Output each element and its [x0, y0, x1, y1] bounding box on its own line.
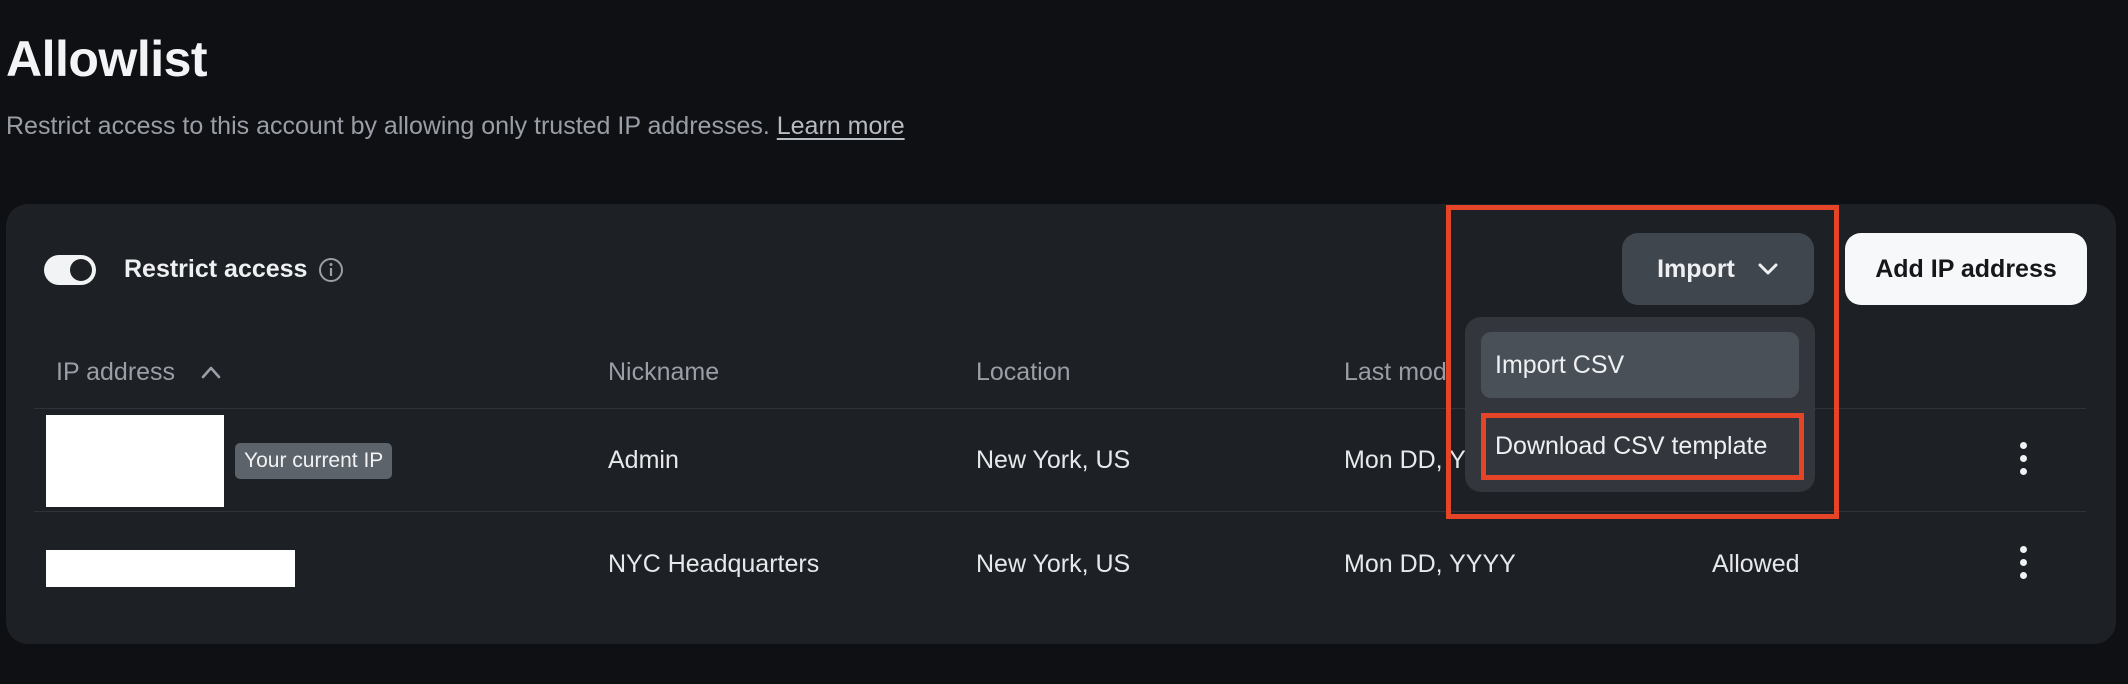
import-button-label: Import: [1657, 254, 1735, 283]
learn-more-link[interactable]: Learn more: [777, 112, 905, 140]
import-dropdown-menu: Import CSV Download CSV template: [1465, 317, 1815, 492]
download-csv-template-menu-item[interactable]: Download CSV template: [1481, 413, 1799, 479]
column-header-nickname[interactable]: Nickname: [608, 358, 719, 387]
import-csv-menu-item[interactable]: Import CSV: [1481, 332, 1799, 398]
import-button[interactable]: Import: [1622, 233, 1814, 305]
location-cell: New York, US: [976, 550, 1131, 578]
redacted-ip-address: [46, 415, 224, 507]
page-description: Restrict access to this account by allow…: [6, 112, 905, 141]
column-header-last-modified[interactable]: Last modi: [1344, 358, 1452, 387]
nickname-cell: NYC Headquarters: [608, 550, 820, 578]
row-actions-menu-icon[interactable]: [2017, 442, 2029, 482]
row-divider: [34, 511, 2086, 512]
column-header-location[interactable]: Location: [976, 358, 1071, 387]
restrict-access-label: Restrict access: [124, 255, 308, 283]
current-ip-badge: Your current IP: [235, 443, 393, 479]
add-ip-address-button[interactable]: Add IP address: [1845, 233, 2087, 305]
nickname-cell: Admin: [608, 446, 679, 474]
redacted-ip-address: [46, 550, 295, 587]
location-cell: New York, US: [976, 446, 1131, 474]
status-cell: Allowed: [1712, 550, 1800, 578]
sort-ascending-icon[interactable]: [199, 361, 223, 383]
allowlist-page: Allowlist Restrict access to this accoun…: [0, 0, 2128, 684]
chevron-down-icon: [1758, 263, 1778, 275]
toggle-knob: [70, 259, 92, 281]
page-title: Allowlist: [6, 31, 208, 87]
row-actions-menu-icon[interactable]: [2017, 546, 2029, 586]
info-icon[interactable]: [318, 257, 344, 283]
column-header-ip-address[interactable]: IP address: [56, 358, 175, 387]
description-text: Restrict access to this account by allow…: [6, 112, 770, 140]
restrict-access-toggle[interactable]: [44, 255, 96, 285]
last-modified-cell: Mon DD, YYYY: [1344, 550, 1516, 578]
last-modified-cell: Mon DD, Y: [1344, 446, 1466, 474]
